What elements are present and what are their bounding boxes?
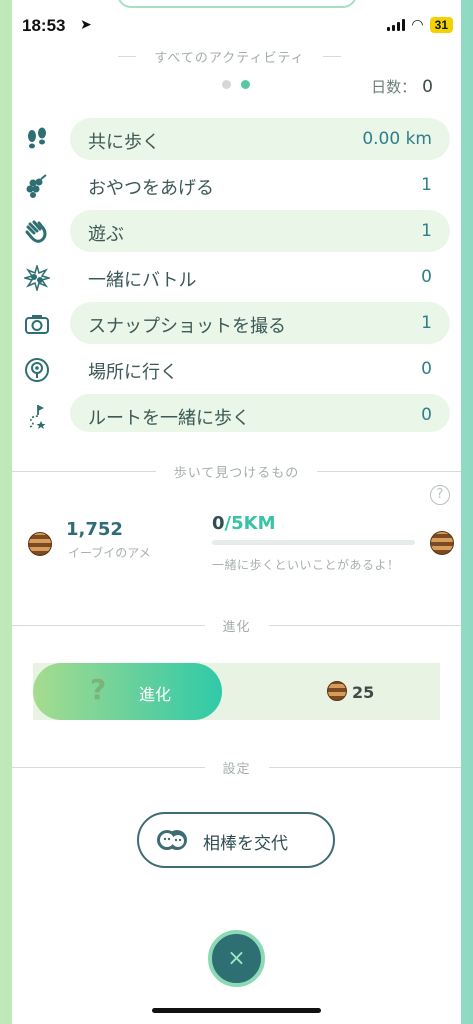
distance-goal: /5KM	[224, 513, 276, 534]
days-counter: 日数： 0	[371, 76, 433, 97]
reward-candy-icon	[430, 531, 454, 555]
page-dot-active[interactable]	[241, 80, 250, 89]
settings-section-header: 設定	[0, 757, 473, 777]
activity-row-treat: おやつをあげる 1	[20, 164, 450, 206]
help-icon[interactable]: ?	[430, 485, 450, 505]
activity-value: 0	[421, 405, 432, 425]
activity-row-place: 場所に行く 0	[20, 348, 450, 390]
evolve-candy-icon	[327, 681, 347, 701]
activity-value: 0.00 km	[362, 129, 432, 149]
days-value: 0	[422, 77, 433, 97]
distance-current: 0	[212, 513, 225, 534]
activity-label: 共に歩く	[88, 132, 160, 153]
location-arrow-icon: ➤	[80, 17, 92, 33]
walk-section-header: 歩いて見つけるもの	[0, 461, 473, 481]
activity-value: 1	[421, 175, 432, 195]
home-indicator[interactable]	[152, 1008, 321, 1013]
activity-value: 0	[421, 267, 432, 287]
camera-icon	[25, 315, 49, 334]
berries-icon	[26, 174, 47, 198]
activity-row-play: 遊ぶ 1	[20, 210, 450, 252]
activity-label: ルートを一緒に歩く	[88, 408, 250, 429]
route-flag-icon	[28, 405, 46, 429]
candy-name: イーブイのアメ	[68, 546, 151, 560]
cellular-signal-icon	[387, 19, 406, 31]
candy-icon	[28, 532, 52, 556]
activity-label: 遊ぶ	[88, 224, 124, 245]
activity-value: 0	[421, 359, 432, 379]
days-label: 日数：	[371, 78, 417, 96]
page-dot[interactable]	[222, 80, 231, 89]
swap-buddy-label[interactable]: 相棒を交代	[203, 829, 288, 854]
candy-count: 1,752	[66, 519, 123, 540]
location-pin-icon	[25, 358, 49, 382]
evolve-button-label[interactable]: 進化	[139, 681, 171, 705]
distance-progress-bar	[212, 540, 415, 545]
close-icon[interactable]: ×	[212, 934, 261, 983]
activities-section-title: すべてのアクティビティ	[154, 50, 305, 66]
buddy-swap-icon	[157, 830, 187, 850]
battery-indicator: 31	[429, 17, 453, 33]
waving-hand-icon	[25, 220, 47, 243]
activity-value: 1	[421, 313, 432, 333]
activity-row-walk: 共に歩く 0.00 km	[20, 118, 450, 160]
top-tab[interactable]	[117, 0, 357, 8]
activity-row-route: ルートを一緒に歩く 0	[20, 394, 450, 436]
evolve-question-mark: ?	[90, 673, 107, 706]
wifi-icon: ◠	[411, 17, 424, 33]
page-indicator[interactable]	[222, 80, 250, 89]
activities-section-header: すべてのアクティビティ	[0, 46, 473, 66]
evolve-section-title: 進化	[222, 619, 251, 635]
battle-icon	[24, 265, 50, 291]
evolve-candy-cost: 25	[352, 683, 375, 702]
activity-label: 一緒にバトル	[88, 270, 197, 291]
activity-row-snapshot: スナップショットを撮る 1	[20, 302, 450, 344]
walk-section-title: 歩いて見つけるもの	[173, 465, 300, 481]
settings-section-title: 設定	[222, 761, 251, 777]
activity-label: 場所に行く	[88, 362, 178, 383]
buddy-distance: 0/5KM	[212, 513, 276, 534]
walk-hint: 一緒に歩くといいことがあるよ！	[212, 558, 400, 572]
footprints-icon	[28, 127, 46, 149]
activity-label: おやつをあげる	[88, 178, 214, 199]
status-time: 18:53	[22, 16, 66, 35]
activity-value: 1	[421, 221, 432, 241]
activity-row-battle: 一緒にバトル 0	[20, 256, 450, 298]
evolve-section-header: 進化	[0, 615, 473, 635]
activity-label: スナップショットを撮る	[88, 316, 286, 337]
evolve-button[interactable]	[33, 663, 222, 720]
close-button[interactable]: ×	[208, 930, 265, 987]
status-indicators: ◠ 31	[387, 17, 453, 33]
